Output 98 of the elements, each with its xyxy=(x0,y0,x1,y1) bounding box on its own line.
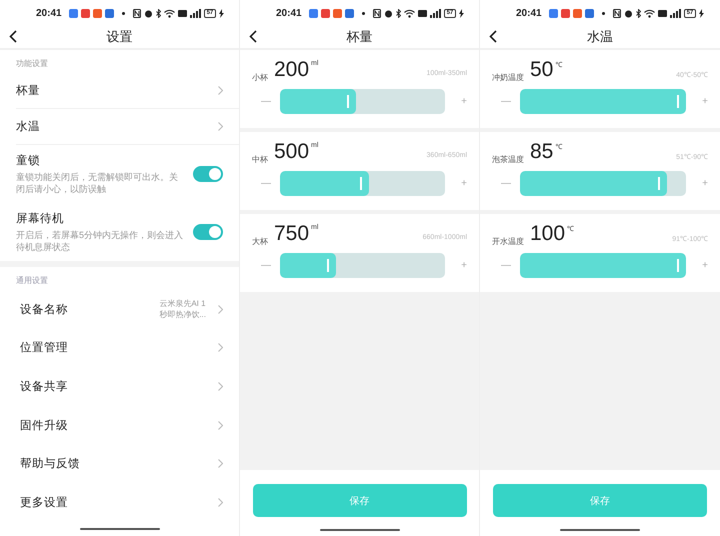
bluetooth-icon xyxy=(156,8,161,18)
dot-icon xyxy=(122,12,125,14)
page-title: 设置 xyxy=(106,28,132,46)
item-label: 水温 xyxy=(16,120,41,134)
wifi-icon xyxy=(644,8,655,18)
setting-label: 开水温度 xyxy=(492,236,524,247)
increase-button[interactable]: + xyxy=(686,96,708,107)
toggle-switch[interactable] xyxy=(193,166,223,182)
item-label: 设备共享 xyxy=(20,379,69,394)
setting-value: 85 xyxy=(530,140,554,164)
section-header: 通用设置 xyxy=(15,275,49,287)
setting-value: 500 xyxy=(274,140,310,164)
dot-icon xyxy=(362,12,365,14)
slider-thumb[interactable] xyxy=(326,259,329,272)
settings-item[interactable]: 更多设置 xyxy=(20,482,239,522)
increase-button[interactable]: + xyxy=(686,260,708,271)
slider[interactable] xyxy=(520,89,686,114)
save-button[interactable]: 保存 xyxy=(252,484,466,517)
item-label: 童锁 xyxy=(16,153,41,168)
setting-label: 泡茶温度 xyxy=(492,154,524,165)
back-icon[interactable] xyxy=(489,30,497,43)
signal-icon xyxy=(670,8,681,18)
setting-label: 小杯 xyxy=(252,72,268,83)
item-label: 更多设置 xyxy=(20,496,69,510)
charging-icon xyxy=(219,8,224,18)
setting-label: 大杯 xyxy=(252,236,268,247)
item-label: 位置管理 xyxy=(20,340,69,356)
settings-item[interactable]: 设备名称 云米泉先AI 1 秒即热净饮... xyxy=(20,290,239,329)
settings-item[interactable]: 位置管理 xyxy=(20,328,239,368)
nfc-icon xyxy=(132,8,141,18)
settings-item[interactable]: 固件升级 xyxy=(20,406,239,444)
item-label: 屏幕待机 xyxy=(16,212,65,226)
setting-value: 200 xyxy=(274,58,310,82)
settings-item[interactable]: 帮助与反馈 xyxy=(20,444,239,483)
slider[interactable] xyxy=(520,253,686,278)
nfc-icon xyxy=(612,8,621,18)
charging-icon xyxy=(699,8,704,18)
bluetooth-icon xyxy=(396,8,401,18)
slider[interactable] xyxy=(520,171,686,196)
slider[interactable] xyxy=(280,171,445,196)
chevron-right-icon xyxy=(218,420,223,430)
signal-icon xyxy=(190,8,201,18)
item-label: 杯量 xyxy=(16,84,41,98)
increase-button[interactable]: + xyxy=(686,178,708,189)
setting-value: 100 xyxy=(530,222,566,246)
setting-label: 冲奶温度 xyxy=(492,72,524,83)
setting-value: 50 xyxy=(530,58,554,82)
settings-item[interactable]: 杯量 xyxy=(16,73,239,109)
decrease-button[interactable]: — xyxy=(492,96,520,107)
decrease-button[interactable]: — xyxy=(492,178,520,189)
toggle-switch[interactable] xyxy=(193,224,223,240)
increase-button[interactable]: + xyxy=(445,96,467,107)
item-label: 设备名称 xyxy=(20,302,69,317)
slider-thumb[interactable] xyxy=(676,95,679,108)
save-button[interactable]: 保存 xyxy=(493,484,707,517)
decrease-button[interactable]: — xyxy=(252,178,280,189)
settings-item[interactable]: 水温 xyxy=(16,109,239,145)
slider-thumb[interactable] xyxy=(676,259,679,272)
decrease-button[interactable]: — xyxy=(252,96,280,107)
charging-icon xyxy=(459,8,464,18)
dot-icon xyxy=(602,12,605,14)
chevron-right-icon xyxy=(218,122,223,131)
slider[interactable] xyxy=(280,253,445,278)
section-header: 功能设置 xyxy=(15,58,49,70)
back-icon[interactable] xyxy=(249,30,257,43)
back-icon[interactable] xyxy=(9,30,17,43)
decrease-button[interactable]: — xyxy=(252,260,280,271)
status-time: 20:41 xyxy=(36,8,62,18)
increase-button[interactable]: + xyxy=(445,260,467,271)
signal-icon xyxy=(430,8,441,18)
increase-button[interactable]: + xyxy=(445,178,467,189)
chevron-right-icon xyxy=(218,86,223,95)
setting-value: 750 xyxy=(274,222,310,246)
nfc-icon xyxy=(372,8,381,18)
chevron-right-icon xyxy=(218,382,223,391)
slider-thumb[interactable] xyxy=(658,177,660,190)
slider[interactable] xyxy=(280,89,445,114)
bluetooth-icon xyxy=(636,8,641,18)
item-value: 云米泉先AI 1 秒即热净饮... xyxy=(159,298,206,320)
item-description: 童锁功能关闭后，无需解锁即可出水。关闭后请小心，以防误触 xyxy=(16,171,179,195)
setting-label: 中杯 xyxy=(252,154,268,165)
decrease-button[interactable]: — xyxy=(492,260,520,271)
item-label: 帮助与反馈 xyxy=(20,456,81,472)
wifi-icon xyxy=(164,8,175,18)
chevron-right-icon xyxy=(218,459,223,468)
status-time: 20:41 xyxy=(276,8,302,18)
slider-thumb[interactable] xyxy=(346,95,349,108)
slider-thumb[interactable] xyxy=(360,177,362,190)
item-label: 固件升级 xyxy=(20,418,69,433)
chevron-right-icon xyxy=(218,343,223,352)
item-description: 开启后，若屏幕5分钟内无操作，则会进入待机息屏状态 xyxy=(16,229,183,253)
settings-item[interactable]: 设备共享 xyxy=(20,367,239,406)
chevron-right-icon xyxy=(218,304,223,314)
status-time: 20:41 xyxy=(516,8,542,18)
page-title: 水温 xyxy=(587,28,613,46)
chevron-right-icon xyxy=(218,498,223,507)
page-title: 杯量 xyxy=(346,28,372,46)
wifi-icon xyxy=(404,8,415,18)
